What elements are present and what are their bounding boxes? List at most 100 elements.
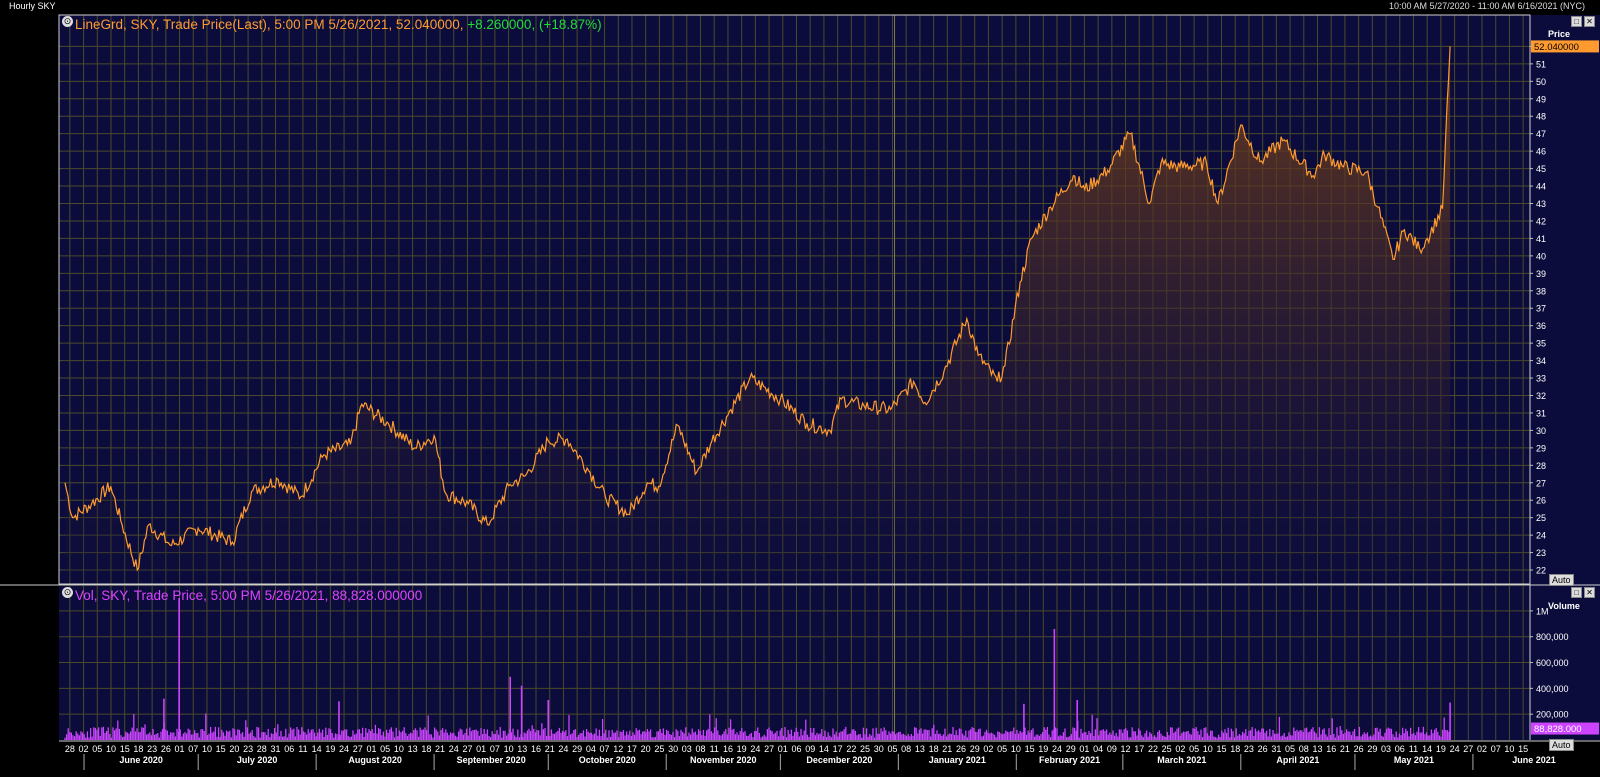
x-day-label: 02 <box>79 744 89 754</box>
x-day-label: 02 <box>983 744 993 754</box>
x-day-label: 19 <box>325 744 335 754</box>
x-day-label: 23 <box>1244 744 1254 754</box>
x-day-label: 25 <box>1162 744 1172 754</box>
panel-menu-icon[interactable]: ⊙ <box>62 16 73 27</box>
x-day-label: 09 <box>805 744 815 754</box>
x-day-label: 20 <box>229 744 239 754</box>
x-day-label: 06 <box>791 744 801 754</box>
price-tick-label: 43 <box>1536 199 1546 209</box>
x-day-label: 05 <box>997 744 1007 754</box>
close-icon[interactable]: ✕ <box>1584 16 1595 27</box>
x-day-label: 26 <box>161 744 171 754</box>
x-day-label: 05 <box>1189 744 1199 754</box>
price-tick-label: 31 <box>1536 408 1546 418</box>
x-day-label: 05 <box>1285 744 1295 754</box>
price-tick-label: 39 <box>1536 269 1546 279</box>
volume-auto-button[interactable]: Auto <box>1549 739 1574 751</box>
x-month-label: January 2021 <box>929 755 986 765</box>
x-day-label: 24 <box>750 744 760 754</box>
x-day-label: 17 <box>1134 744 1144 754</box>
price-legend: LineGrd, SKY, Trade Price(Last), 5:00 PM… <box>75 17 602 32</box>
volume-axis-title: Volume <box>1548 601 1580 611</box>
x-day-label: 10 <box>394 744 404 754</box>
x-day-label: 01 <box>366 744 376 754</box>
x-day-label: 07 <box>1491 744 1501 754</box>
x-day-label: 26 <box>956 744 966 754</box>
price-volume-chart: 22 23 24 25 26 27 28 29 30 31 32 33 34 35 36 37 38 39 40 41… <box>0 14 1600 772</box>
x-day-label: 28 <box>257 744 267 754</box>
volume-legend: Vol, SKY, Trade Price, 5:00 PM 5/26/2021… <box>75 588 423 603</box>
price-tick-label: 50 <box>1536 77 1546 87</box>
x-day-label: 06 <box>284 744 294 754</box>
x-day-label: 04 <box>1093 744 1103 754</box>
x-day-label: 21 <box>435 744 445 754</box>
price-tick-label: 48 <box>1536 112 1546 122</box>
x-day-label: 27 <box>1463 744 1473 754</box>
x-day-label: 14 <box>312 744 322 754</box>
x-month-label: October 2020 <box>579 755 636 765</box>
price-tick-label: 30 <box>1536 426 1546 436</box>
x-day-label: 04 <box>586 744 596 754</box>
price-tick-label: 32 <box>1536 391 1546 401</box>
x-day-label: 07 <box>188 744 198 754</box>
x-day-label: 18 <box>133 744 143 754</box>
x-day-label: 16 <box>531 744 541 754</box>
x-day-label: 15 <box>1025 744 1035 754</box>
x-month-label: November 2020 <box>690 755 757 765</box>
x-day-label: 14 <box>1422 744 1432 754</box>
x-day-label: 24 <box>1052 744 1062 754</box>
x-day-label: 29 <box>1367 744 1377 754</box>
volume-tick-label: 200,000 <box>1536 710 1569 720</box>
volume-panel-menu-icon[interactable]: ⊙ <box>62 587 73 598</box>
x-day-label: 15 <box>216 744 226 754</box>
x-day-label: 01 <box>175 744 185 754</box>
price-tick-label: 42 <box>1536 216 1546 226</box>
x-day-label: 28 <box>65 744 75 754</box>
x-day-label: 14 <box>819 744 829 754</box>
x-day-label: 08 <box>1299 744 1309 754</box>
x-day-label: 25 <box>860 744 870 754</box>
x-day-label: 01 <box>1079 744 1089 754</box>
x-month-label: June 2021 <box>1512 755 1556 765</box>
x-day-label: 22 <box>846 744 856 754</box>
x-day-label: 19 <box>737 744 747 754</box>
x-day-label: 05 <box>887 744 897 754</box>
x-day-label: 01 <box>476 744 486 754</box>
price-auto-button[interactable]: Auto <box>1549 574 1574 586</box>
x-day-label: 24 <box>449 744 459 754</box>
price-axis-title: Price <box>1548 29 1571 39</box>
x-day-label: 31 <box>1271 744 1281 754</box>
x-day-label: 02 <box>1175 744 1185 754</box>
x-day-label: 18 <box>1230 744 1240 754</box>
price-tick-label: 37 <box>1536 304 1546 314</box>
x-day-label: 30 <box>668 744 678 754</box>
x-day-label: 01 <box>778 744 788 754</box>
x-day-label: 15 <box>1518 744 1528 754</box>
price-tick-label: 49 <box>1536 94 1546 104</box>
x-month-label: April 2021 <box>1276 755 1319 765</box>
price-tick-label: 44 <box>1536 182 1546 192</box>
volume-maximize-icon[interactable]: □ <box>1571 587 1582 598</box>
price-tick-label: 38 <box>1536 286 1546 296</box>
price-tick-label: 33 <box>1536 374 1546 384</box>
x-day-label: 11 <box>298 744 307 754</box>
x-day-label: 16 <box>1326 744 1336 754</box>
price-tick-label: 35 <box>1536 339 1546 349</box>
maximize-icon[interactable]: □ <box>1571 16 1582 27</box>
price-tick-label: 51 <box>1536 59 1546 69</box>
x-day-label: 11 <box>710 744 719 754</box>
price-tick-label: 46 <box>1536 147 1546 157</box>
x-month-label: December 2020 <box>806 755 872 765</box>
x-day-label: 11 <box>1409 744 1418 754</box>
price-tick-label: 40 <box>1536 251 1546 261</box>
price-tick-label: 27 <box>1536 478 1546 488</box>
x-day-label: 20 <box>641 744 651 754</box>
price-tick-label: 45 <box>1536 164 1546 174</box>
price-tick-label: 25 <box>1536 513 1546 523</box>
x-day-label: 13 <box>408 744 418 754</box>
x-day-label: 21 <box>545 744 555 754</box>
x-day-label: 26 <box>1258 744 1268 754</box>
volume-close-icon[interactable]: ✕ <box>1584 587 1595 598</box>
x-day-label: 10 <box>106 744 116 754</box>
x-day-label: 08 <box>696 744 706 754</box>
